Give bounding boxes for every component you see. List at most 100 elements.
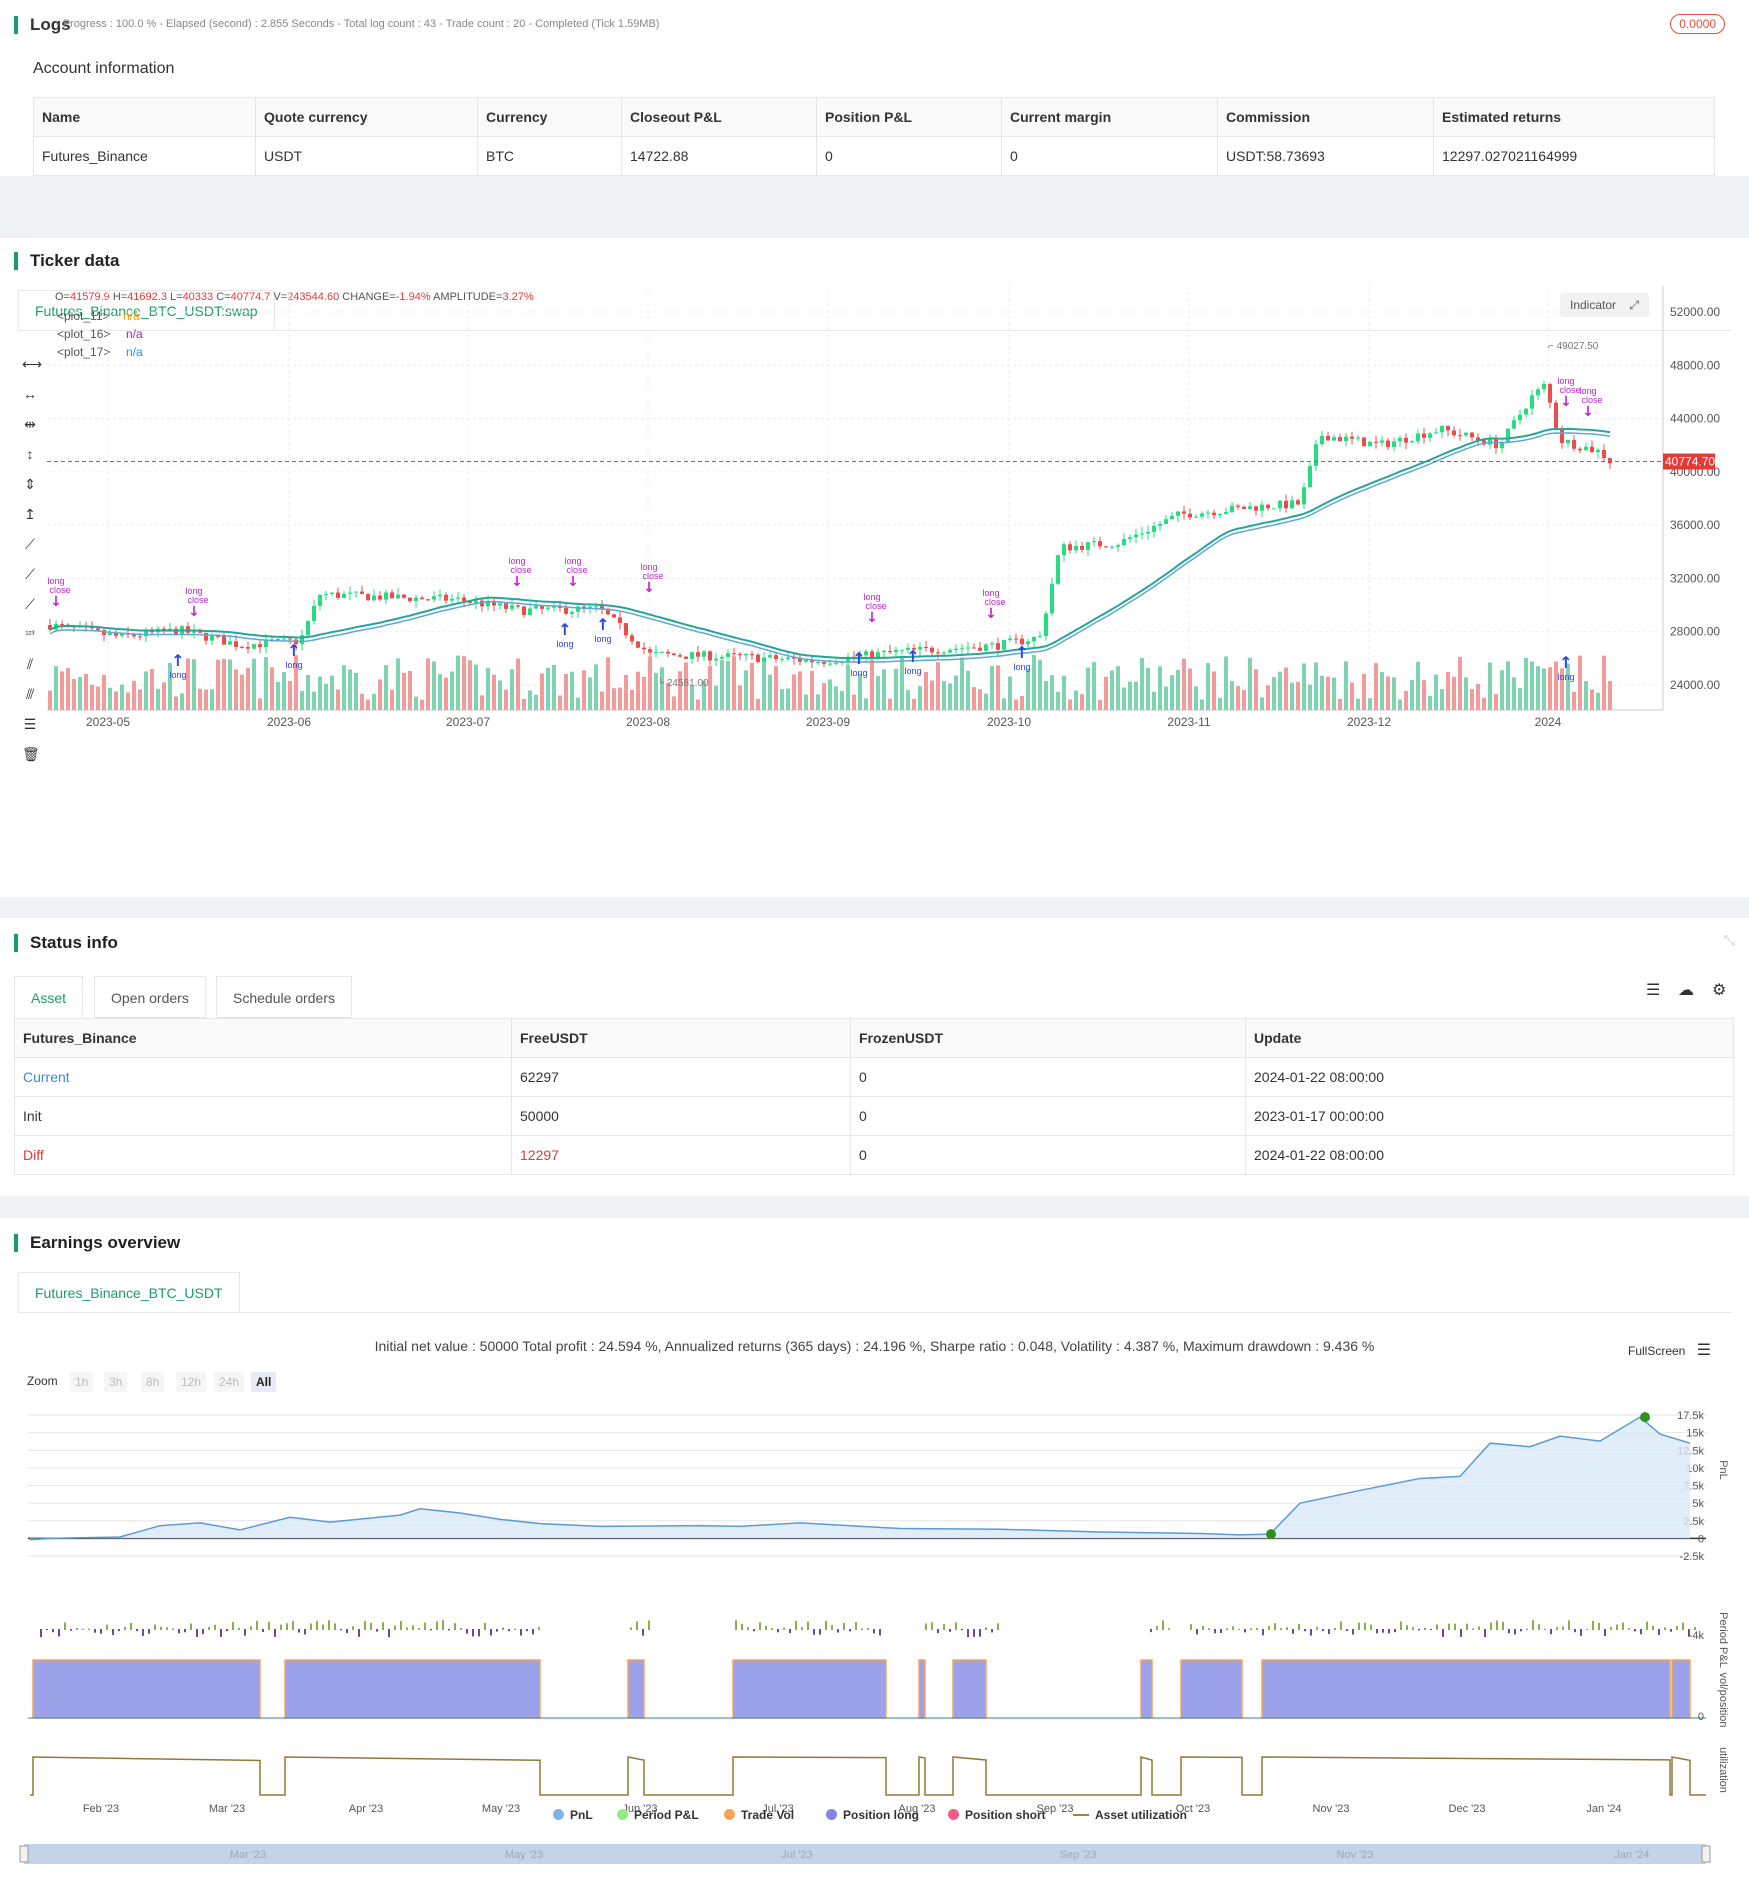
volume-bar	[1176, 669, 1180, 710]
candle-body	[786, 657, 790, 659]
period-pnl-bar	[508, 1629, 510, 1632]
period-pnl-bar	[1682, 1622, 1684, 1630]
volume-bar	[1356, 698, 1360, 710]
period-pnl-bar	[1156, 1625, 1158, 1630]
volume-bar	[750, 662, 754, 710]
volume-bar	[1284, 667, 1288, 710]
volume-bar	[324, 683, 328, 710]
period-pnl-bar	[196, 1629, 198, 1638]
volume-bar	[1476, 684, 1480, 710]
volume-bar	[912, 698, 916, 710]
volume-bar	[252, 658, 256, 710]
candle-body	[1134, 534, 1138, 538]
navigator-tick-label: Jul '23	[781, 1849, 812, 1861]
volume-bar	[216, 659, 220, 710]
legend-pnl[interactable]: PnL	[553, 1808, 593, 1822]
period-pnl-bar	[1298, 1623, 1300, 1630]
volume-bar	[1302, 663, 1306, 710]
period-pnl-bar	[460, 1628, 462, 1630]
long-entry-arrow: ↑	[1559, 653, 1572, 672]
settings-icon[interactable]: ⚙	[1712, 980, 1726, 1000]
volume-bar	[1038, 659, 1042, 710]
cell: 14722.88	[621, 136, 817, 176]
tab-schedule-orders[interactable]: Schedule orders	[216, 976, 352, 1018]
period-pnl-bar	[514, 1628, 516, 1630]
volume-bar	[1188, 668, 1192, 710]
volume-bar	[918, 686, 922, 710]
zoom-all-button[interactable]: All	[251, 1372, 277, 1392]
date-tick-label: 2023-10	[987, 715, 1031, 729]
zoom-12h-button[interactable]: 12h	[176, 1372, 207, 1392]
axis-title: utilization	[1717, 1747, 1729, 1793]
period-pnl-bar	[967, 1629, 969, 1638]
volume-bar	[978, 689, 982, 710]
pnl-tick-label: 17.5k	[1677, 1410, 1704, 1422]
period-pnl-bar	[1268, 1626, 1270, 1630]
volume-bar	[1122, 687, 1126, 710]
navigator-tick-label: Jan '24	[1614, 1849, 1649, 1861]
list-icon[interactable]: ☰	[1646, 980, 1660, 1000]
col-closeout-pnl: Closeout P&L	[621, 97, 817, 137]
period-pnl-bar	[1490, 1622, 1492, 1630]
candle-body	[1470, 432, 1474, 438]
candle-body	[1578, 448, 1582, 451]
period-pnl-bar	[256, 1620, 258, 1630]
zoom-3h-button[interactable]: 3h	[104, 1372, 128, 1392]
fullscreen-button[interactable]: FullScreen ☰	[1628, 1340, 1711, 1360]
period-pnl-bar	[1190, 1624, 1192, 1630]
period-pnl-bar	[1424, 1627, 1426, 1630]
volume-bar	[78, 676, 82, 710]
volume-bar	[546, 667, 550, 710]
volume-bar	[396, 658, 400, 710]
candle-body	[1572, 440, 1576, 449]
volume-bar	[486, 667, 490, 710]
collapse-icon[interactable]: ⤡	[1724, 932, 1735, 949]
month-tick-label: Mar '23	[209, 1803, 245, 1815]
candle-body	[732, 653, 736, 655]
candle-body	[510, 605, 514, 609]
period-pnl-bar	[1286, 1627, 1288, 1630]
price-tick-label: 24000.00	[1670, 678, 1720, 692]
volume-bar	[930, 680, 934, 710]
legend-period-pnl[interactable]: Period P&L	[617, 1808, 699, 1822]
candle-body	[1242, 506, 1246, 510]
candle-body	[1002, 640, 1006, 650]
volume-bar	[390, 689, 394, 710]
volume-bar	[462, 656, 466, 710]
period-pnl-bar	[931, 1622, 933, 1630]
legend-dot	[826, 1809, 837, 1820]
legend-position-short[interactable]: Position short	[948, 1808, 1046, 1822]
pnl-tick-label: 0	[1698, 1533, 1704, 1545]
tab-asset[interactable]: Asset	[14, 976, 84, 1018]
volume-bar	[1392, 677, 1396, 710]
tab-earnings-symbol[interactable]: Futures_Binance_BTC_USDT	[18, 1272, 240, 1312]
candle-body	[324, 594, 328, 596]
axis-title: vol/position	[1717, 1672, 1729, 1727]
period-pnl-bar	[1622, 1622, 1624, 1630]
legend-position-long[interactable]: Position long	[826, 1808, 919, 1822]
zoom-8h-button[interactable]: 8h	[141, 1372, 165, 1392]
period-pnl-bar	[1370, 1624, 1372, 1630]
candle-body	[1098, 541, 1102, 547]
cell: 50000	[511, 1096, 851, 1136]
cloud-download-icon[interactable]: ☁	[1678, 980, 1694, 1000]
candle-body	[432, 596, 436, 600]
candle-body	[1152, 525, 1156, 532]
volume-bar	[876, 675, 880, 710]
period-pnl-bar	[40, 1629, 42, 1638]
candle-body	[1038, 635, 1042, 638]
candle-body	[990, 643, 994, 645]
zoom-24h-button[interactable]: 24h	[214, 1372, 245, 1392]
tab-open-orders[interactable]: Open orders	[94, 976, 206, 1018]
volume-bar	[840, 691, 844, 710]
volume-bar	[1590, 689, 1594, 710]
logs-badge[interactable]: 0.0000	[1670, 14, 1725, 34]
legend-trade-vol[interactable]: Trade Vol	[724, 1808, 794, 1822]
volume-bar	[768, 674, 772, 710]
candlestick-chart[interactable]: 52000.0048000.0044000.0040000.0036000.00…	[0, 238, 1749, 897]
period-pnl-bar	[1394, 1629, 1396, 1633]
legend-asset-utilization[interactable]: Asset utilization	[1073, 1808, 1187, 1822]
zoom-1h-button[interactable]: 1h	[70, 1372, 94, 1392]
candle-body	[1512, 420, 1516, 429]
period-pnl-bar	[418, 1628, 420, 1630]
